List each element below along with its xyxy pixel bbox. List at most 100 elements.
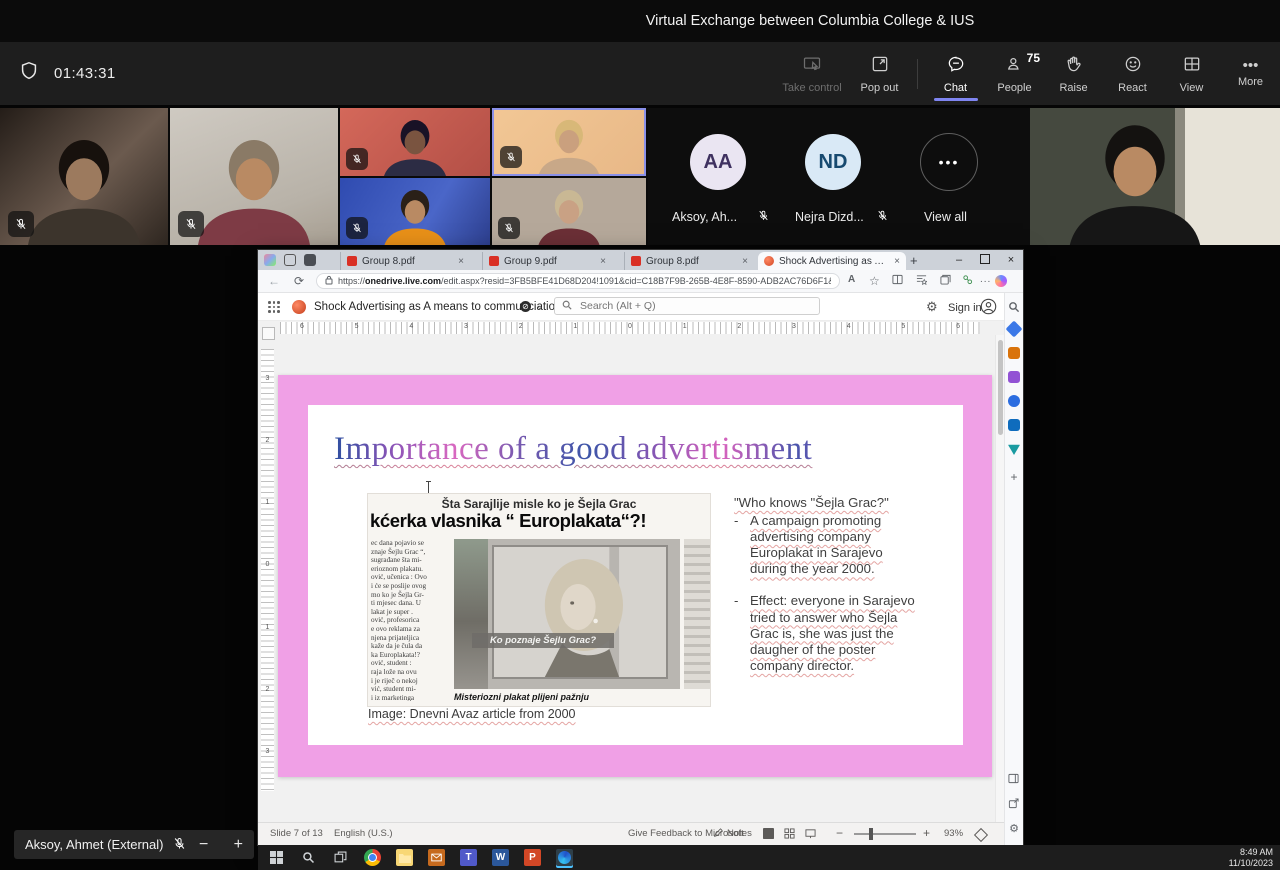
taskbar-clock[interactable]: 8:49 AM 11/10/2023 xyxy=(1229,847,1273,868)
zoom-slider-thumb[interactable] xyxy=(869,828,873,840)
gear-icon[interactable]: ⚙ xyxy=(926,299,938,315)
meeting-timer: 01:43:31 xyxy=(54,65,116,82)
document-canvas[interactable]: 3210123 Importance of a good advertismen… xyxy=(258,335,1004,822)
account-icon[interactable] xyxy=(980,298,997,320)
browser-tab-3[interactable]: Group 8.pdf × xyxy=(624,252,754,270)
participant-video-3[interactable] xyxy=(340,108,490,176)
view-button[interactable]: View xyxy=(1162,42,1221,105)
slide-sorter-icon[interactable] xyxy=(784,828,795,842)
raise-hand-button[interactable]: Raise xyxy=(1044,42,1103,105)
search-box[interactable] xyxy=(554,297,820,315)
pop-out-button[interactable]: Pop out xyxy=(850,42,909,105)
address-bar[interactable]: https://onedrive.live.com/edit.aspx?resi… xyxy=(316,273,840,289)
participant-video-4-active-speaker[interactable] xyxy=(492,108,646,176)
search-input[interactable] xyxy=(578,299,812,313)
close-tab-icon[interactable]: × xyxy=(894,256,900,267)
slide-counter[interactable]: Slide 7 of 13 xyxy=(270,828,323,839)
close-tab-icon[interactable]: × xyxy=(458,256,464,267)
sidebar-search-icon[interactable] xyxy=(1008,300,1020,312)
chat-button[interactable]: Chat xyxy=(926,42,985,105)
read-aloud-icon[interactable]: A xyxy=(848,274,855,285)
workspaces-icon[interactable] xyxy=(284,254,296,266)
mic-muted-icon xyxy=(8,211,34,237)
settings-more-icon[interactable]: ... xyxy=(980,274,991,285)
react-button[interactable]: React xyxy=(1103,42,1162,105)
sidebar-people-icon[interactable] xyxy=(1008,371,1020,383)
participant-video-1[interactable] xyxy=(0,108,168,245)
close-window-button[interactable]: × xyxy=(998,254,1024,266)
scrollbar-thumb[interactable] xyxy=(998,340,1003,435)
screen-control-icon xyxy=(802,54,822,79)
participant-video-2[interactable] xyxy=(170,108,338,245)
slide-text-block[interactable]: "Who knows "Šejla Grac?" - A campaign pr… xyxy=(734,495,916,674)
refresh-icon[interactable]: ⟳ xyxy=(294,274,304,288)
sidebar-drop-icon[interactable] xyxy=(1008,443,1020,455)
back-icon[interactable]: ← xyxy=(268,274,280,288)
vertical-scrollbar[interactable] xyxy=(995,335,1004,822)
sidebar-open-link-icon[interactable] xyxy=(1008,796,1020,808)
powerpoint-icon[interactable]: P xyxy=(524,849,541,866)
favorite-star-icon[interactable]: ☆ xyxy=(869,274,880,288)
language-indicator[interactable]: English (U.S.) xyxy=(334,828,393,839)
edge-icon[interactable] xyxy=(556,849,573,866)
browser-tab-4-active[interactable]: Shock Advertising as A means to × xyxy=(758,252,906,270)
sidebar-tools-icon[interactable] xyxy=(1008,347,1020,359)
browser-tab-1[interactable]: Group 8.pdf × xyxy=(340,252,470,270)
shield-icon xyxy=(18,60,40,87)
ruler-toggle-button[interactable] xyxy=(262,327,275,340)
browser-tab-bar: Group 8.pdf × Group 9.pdf × Group 8.pdf … xyxy=(258,250,1023,270)
tab-actions-icon[interactable] xyxy=(304,254,316,266)
chevron-down-icon[interactable]: ⌄ xyxy=(536,301,544,312)
collections-icon[interactable] xyxy=(940,274,951,288)
sidebar-add-icon[interactable]: + xyxy=(1008,470,1020,482)
zoom-out-button[interactable]: − xyxy=(199,836,208,854)
view-all-button[interactable]: ••• xyxy=(920,133,978,191)
sidebar-settings-icon[interactable]: ⚙ xyxy=(1008,822,1020,834)
outlook-icon[interactable] xyxy=(428,849,445,866)
split-screen-icon[interactable] xyxy=(892,274,903,288)
more-dots-icon: ••• xyxy=(1243,59,1259,73)
browser-essentials-icon[interactable] xyxy=(962,274,973,288)
people-button[interactable]: People 75 xyxy=(985,42,1044,105)
sidebar-outlook-icon[interactable] xyxy=(1008,419,1020,431)
teams-icon[interactable]: T xyxy=(460,849,477,866)
slideshow-icon[interactable] xyxy=(805,828,816,842)
taskbar-search-icon[interactable] xyxy=(300,849,317,866)
task-view-icon[interactable] xyxy=(332,849,349,866)
zoom-level[interactable]: 93% xyxy=(944,828,963,839)
sidebar-panel-icon[interactable] xyxy=(1008,771,1020,783)
fit-to-window-icon[interactable] xyxy=(974,828,988,842)
zoom-in-button[interactable]: + xyxy=(234,836,243,854)
new-tab-button[interactable]: + xyxy=(910,253,918,268)
participant-video-6[interactable] xyxy=(492,178,646,245)
zoom-slider[interactable] xyxy=(854,833,916,835)
app-launcher-icon[interactable] xyxy=(268,301,280,313)
profile-avatar-icon[interactable] xyxy=(264,254,276,266)
chrome-icon[interactable] xyxy=(364,849,381,866)
word-icon[interactable]: W xyxy=(492,849,509,866)
sign-in-button[interactable]: Sign in xyxy=(948,302,982,314)
participant-video-7[interactable] xyxy=(1030,108,1280,245)
avatar[interactable]: ND xyxy=(805,134,861,190)
sidebar-shopping-icon[interactable] xyxy=(1006,321,1023,338)
zoom-out-button[interactable]: − xyxy=(836,826,843,840)
start-button[interactable] xyxy=(268,849,285,866)
minimize-button[interactable]: – xyxy=(946,254,972,266)
slide-title[interactable]: Importance of a good advertisment xyxy=(334,431,940,468)
notes-button[interactable]: Notes xyxy=(727,828,752,839)
participant-video-5[interactable] xyxy=(340,178,490,245)
favorites-bar-icon[interactable] xyxy=(916,274,927,288)
close-tab-icon[interactable]: × xyxy=(600,256,606,267)
browser-tab-2[interactable]: Group 9.pdf × xyxy=(482,252,612,270)
more-button[interactable]: ••• More xyxy=(1221,42,1280,105)
close-tab-icon[interactable]: × xyxy=(742,256,748,267)
file-explorer-icon[interactable] xyxy=(396,849,413,866)
zoom-in-button[interactable]: + xyxy=(923,826,930,840)
normal-view-icon[interactable] xyxy=(763,828,774,842)
mic-muted-icon xyxy=(346,148,368,170)
maximize-button[interactable] xyxy=(972,254,998,267)
copilot-icon[interactable] xyxy=(995,275,1007,287)
sidebar-designer-icon[interactable] xyxy=(1008,395,1020,407)
avatar[interactable]: AA xyxy=(690,134,746,190)
slide[interactable]: Importance of a good advertisment Šta Sa… xyxy=(278,375,992,777)
